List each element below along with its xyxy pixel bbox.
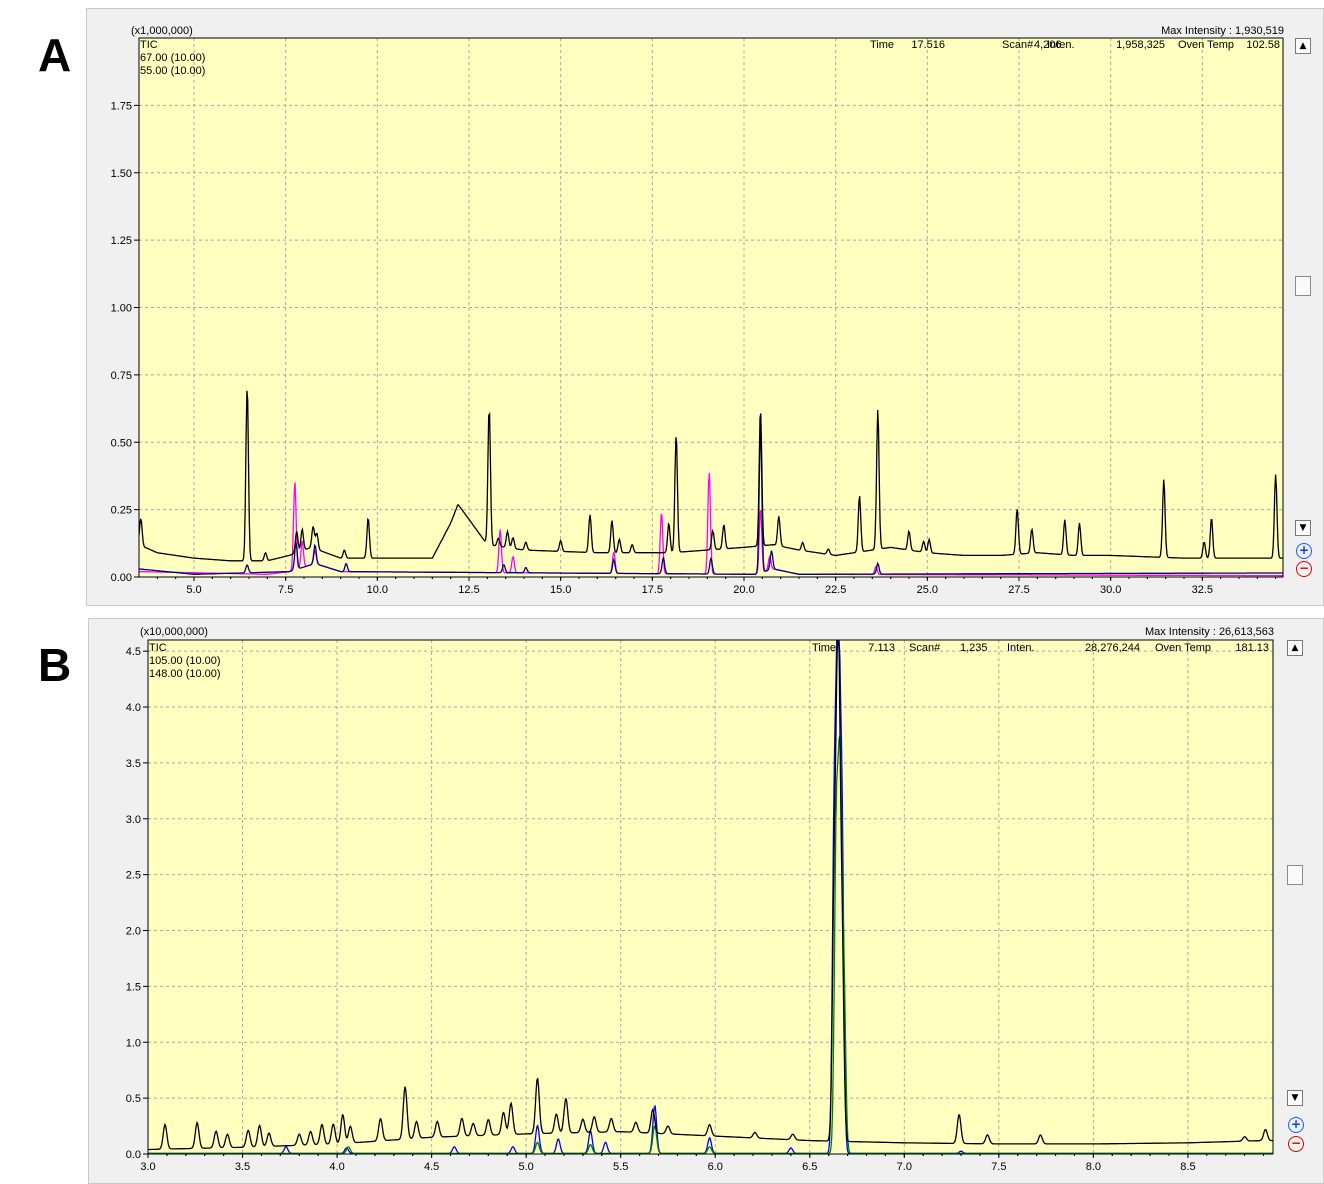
zoom-out-icon[interactable]: −: [1296, 561, 1312, 577]
zoom-in-icon[interactable]: +: [1296, 543, 1312, 559]
scroll-thumb[interactable]: [1295, 276, 1311, 296]
panel-b-label: B: [38, 639, 72, 691]
chromatogram-b-scrollbar[interactable]: ▲ ▼: [1287, 640, 1303, 1110]
scroll-up-icon[interactable]: ▲: [1295, 38, 1311, 54]
zoom-out-icon[interactable]: −: [1288, 1136, 1304, 1152]
chromatogram-b-window: [88, 618, 1324, 1184]
panel-a-label: A: [38, 29, 72, 81]
scroll-up-icon[interactable]: ▲: [1287, 640, 1303, 656]
zoom-in-icon[interactable]: +: [1288, 1117, 1304, 1133]
scroll-down-icon[interactable]: ▼: [1295, 520, 1311, 536]
chromatogram-a-window: [86, 8, 1324, 606]
chromatogram-a-scrollbar[interactable]: ▲ ▼: [1295, 38, 1311, 538]
scroll-thumb[interactable]: [1287, 865, 1303, 885]
scroll-down-icon[interactable]: ▼: [1287, 1090, 1303, 1106]
